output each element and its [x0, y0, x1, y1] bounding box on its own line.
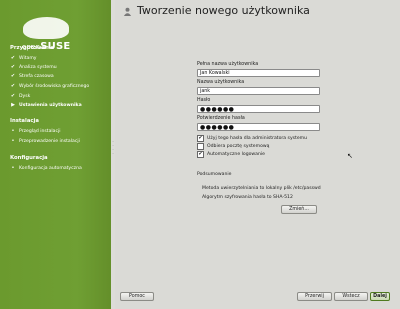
check-icon: ✔	[10, 64, 16, 70]
section-title-configuration: Konfiguracja	[10, 155, 48, 161]
page-title: Tworzenie nowego użytkownika	[137, 4, 310, 17]
bullet-icon: •	[11, 138, 15, 144]
check-icon: ✔	[10, 83, 16, 89]
help-button[interactable]: Pomoc	[120, 292, 154, 301]
auto-login-checkbox[interactable]: ✔ Automatyczne logowanie	[197, 151, 265, 158]
arrow-right-icon: ▶	[11, 102, 15, 108]
summary-heading: Podsumowanie	[197, 172, 232, 177]
password-input[interactable]: ●●●●●●	[197, 105, 320, 113]
step-system-analysis: ✔ Analiza systemu	[10, 64, 57, 70]
next-button[interactable]: Dalej	[370, 292, 390, 301]
encryption-algorithm-text: Algorytm szyfrowania hasła to SHA-512	[202, 195, 293, 200]
step-welcome: ✔ Witamy	[10, 55, 37, 61]
auth-method-text: Metoda uwierzytelniania to lokalny plik …	[202, 186, 321, 191]
checkbox-checked-icon[interactable]: ✔	[197, 135, 204, 142]
mouse-cursor-icon: ↖	[347, 152, 353, 160]
password-label: Hasło	[197, 98, 211, 103]
checkbox-unchecked-icon[interactable]	[197, 143, 204, 150]
section-title-preparation: Przygotowanie	[10, 45, 55, 51]
step-auto-configuration: • Konfiguracja automatyczna	[11, 165, 82, 171]
back-button[interactable]: Wstecz	[334, 292, 368, 301]
receive-system-mail-checkbox[interactable]: Odbiera pocztę systemową	[197, 143, 269, 150]
confirm-password-label: Potwierdzenie hasła	[197, 116, 245, 121]
username-input[interactable]: jank	[197, 87, 320, 95]
step-disk: ✔ Dysk	[10, 93, 31, 99]
installer-sidebar: openSUSE Przygotowanie ✔ Witamy ✔ Analiza …	[0, 0, 111, 309]
step-perform-installation: • Przeprowadzenie instalacji	[11, 138, 80, 144]
change-button[interactable]: Zmień...	[281, 205, 317, 214]
check-icon: ✔	[10, 93, 16, 99]
fullname-input[interactable]: Jan Kowalski	[197, 69, 320, 77]
step-installation-overview: • Przegląd instalacji	[11, 128, 61, 134]
checkbox-checked-icon[interactable]: ✔	[197, 151, 204, 158]
main-panel: Tworzenie nowego użytkownika Pełna nazwa…	[115, 0, 400, 309]
user-icon	[123, 7, 132, 16]
username-label: Nazwa użytkownika	[197, 80, 245, 85]
section-title-installation: Instalacja	[10, 118, 39, 124]
bullet-icon: •	[11, 165, 15, 171]
step-desktop-selection: ✔ Wybór środowiska graficznego	[10, 83, 90, 89]
bullet-icon: •	[11, 128, 15, 134]
check-icon: ✔	[10, 55, 16, 61]
admin-password-checkbox[interactable]: ✔ Użyj tego hasła dla administratora sys…	[197, 135, 307, 142]
chameleon-icon	[23, 17, 69, 39]
step-user-settings: ▶ Ustawienia użytkownika	[11, 102, 82, 108]
check-icon: ✔	[10, 73, 16, 79]
fullname-label: Pełna nazwa użytkownika	[197, 62, 259, 67]
confirm-password-input[interactable]: ●●●●●●	[197, 123, 320, 131]
step-time-zone: ✔ Strefa czasowa	[10, 73, 54, 79]
abort-button[interactable]: Przerwij	[297, 292, 332, 301]
